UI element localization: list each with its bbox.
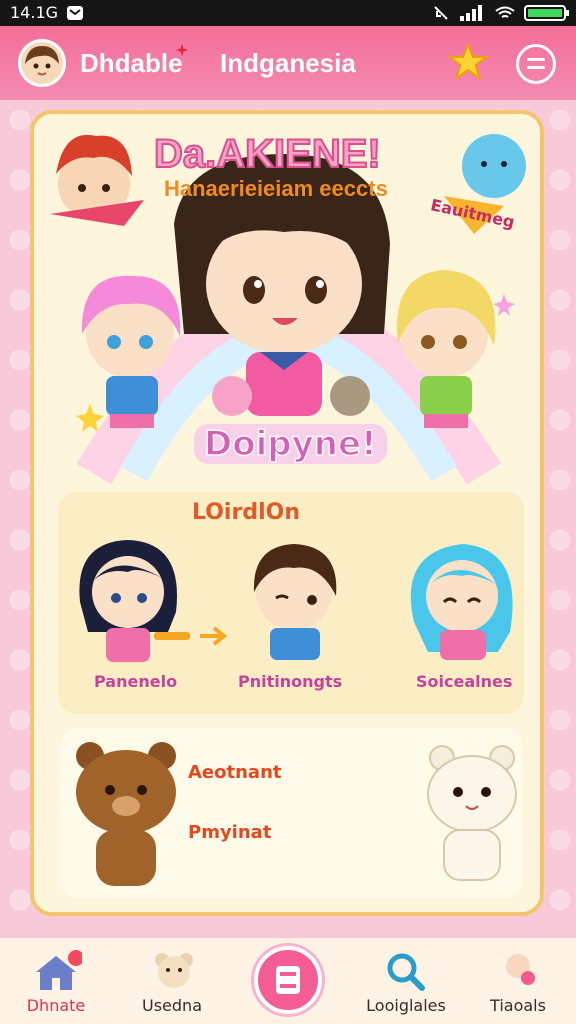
nav-item-search[interactable]: Looiglales xyxy=(356,938,456,1024)
chibi-red-hair xyxy=(50,134,144,226)
header-title-left[interactable]: Dhdable xyxy=(80,48,183,79)
battery-icon xyxy=(524,5,569,21)
character-row xyxy=(79,540,513,662)
chibi-black-hair xyxy=(79,540,190,662)
chibi-brown-hair xyxy=(253,544,337,660)
app-header: Dhdable Indganesia xyxy=(0,26,576,100)
character-label[interactable]: Soicealnes xyxy=(416,672,512,691)
gray-plush-icon xyxy=(330,376,370,416)
sparkle-icon xyxy=(176,44,188,56)
bear-label[interactable]: Pmyinat xyxy=(188,822,271,843)
character-label[interactable]: Pnitinongts xyxy=(238,672,342,691)
mute-icon xyxy=(434,6,448,20)
nav-item-tools[interactable]: Tiaoals xyxy=(468,938,568,1024)
banner-subtitle: Hanaerieieiam eeccts xyxy=(164,176,388,201)
home-icon xyxy=(36,950,82,990)
arrow-icon xyxy=(200,626,228,646)
wifi-icon xyxy=(495,6,515,18)
nav-label: Tiaoals xyxy=(490,996,546,1015)
character-section: LOirdlOn Panenelo Pnitinongts Soicealnes xyxy=(58,492,524,714)
nav-label: Looiglales xyxy=(366,996,446,1015)
menu-button[interactable] xyxy=(516,44,556,84)
bear-label[interactable]: Aeotnant xyxy=(188,762,282,783)
avatar-face-icon xyxy=(25,46,59,76)
chibi-cyan-hair xyxy=(410,544,513,660)
character-label[interactable]: Panenelo xyxy=(94,672,177,691)
banner-title: Da.AKIENE! xyxy=(153,131,382,177)
notification-icon xyxy=(67,6,83,20)
menu-icon xyxy=(527,58,545,69)
star-icon[interactable] xyxy=(448,42,488,82)
main-card: Da.AKIENE! Hanaerieieiam eeccts Eauitmeg… xyxy=(30,110,544,916)
nav-item-home[interactable]: Dhnate xyxy=(6,938,106,1024)
bears-section: Aeotnant Pmyinat xyxy=(60,728,522,898)
avatar[interactable] xyxy=(18,39,66,87)
header-title-right[interactable]: Indganesia xyxy=(220,48,356,79)
center-action-icon xyxy=(276,966,300,994)
pink-plush-icon xyxy=(212,376,252,416)
hero-label[interactable]: Doipyne! xyxy=(194,423,387,465)
status-bar: 14.1G xyxy=(0,0,576,26)
nav-item-user[interactable]: Usedna xyxy=(122,938,222,1024)
profile-icon xyxy=(506,954,535,985)
search-icon xyxy=(387,953,425,991)
brown-bear-icon xyxy=(76,742,176,886)
nav-label: Dhnate xyxy=(26,996,86,1015)
center-action-button[interactable] xyxy=(254,946,322,1014)
bear-face-icon xyxy=(155,953,193,988)
nav-label: Usedna xyxy=(142,996,202,1015)
status-time: 14.1G xyxy=(10,3,59,22)
white-bear-icon xyxy=(427,745,517,881)
signal-icon xyxy=(460,5,482,21)
